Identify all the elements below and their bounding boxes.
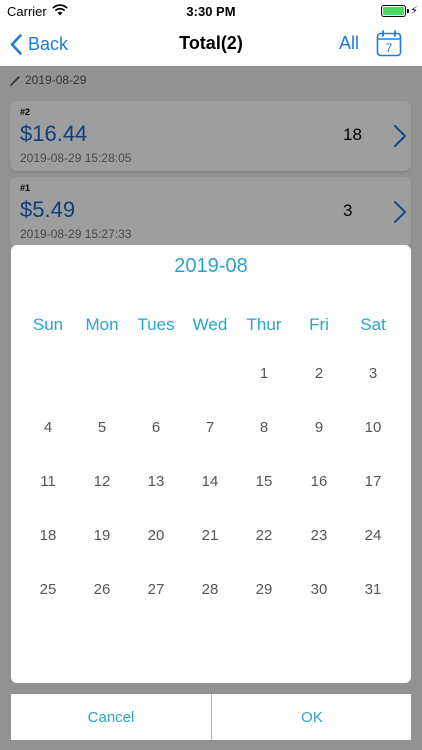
- day-cell[interactable]: 22: [237, 527, 291, 544]
- calendar-icon[interactable]: 7: [376, 30, 402, 57]
- day-cell[interactable]: 1: [237, 365, 291, 382]
- day-cell[interactable]: 26: [75, 581, 129, 598]
- day-cell[interactable]: 19: [75, 527, 129, 544]
- status-bar: Carrier 3:30 PM ⚡: [0, 0, 422, 22]
- weekday-label: Wed: [192, 315, 228, 334]
- day-cell[interactable]: 3: [346, 365, 400, 382]
- day-cell[interactable]: 30: [292, 581, 346, 598]
- day-cell[interactable]: 27: [129, 581, 183, 598]
- day-cell[interactable]: 6: [129, 419, 183, 436]
- weekday-label: Tues: [137, 315, 175, 334]
- day-cell[interactable]: 25: [21, 581, 75, 598]
- day-cell[interactable]: 11: [21, 473, 75, 490]
- day-cell[interactable]: 23: [292, 527, 346, 544]
- picker-month-title: 2019-08: [174, 255, 248, 277]
- bolt-icon: ⚡: [410, 5, 418, 17]
- day-cell[interactable]: 10: [346, 419, 400, 436]
- navigation-bar: Back Total(2) All 7: [0, 22, 422, 66]
- day-cell[interactable]: 4: [21, 419, 75, 436]
- weekday-label: Mon: [85, 315, 119, 334]
- day-cell[interactable]: 2: [292, 365, 346, 382]
- all-button[interactable]: All: [339, 33, 359, 54]
- battery-icon: [381, 5, 406, 17]
- day-cell[interactable]: 18: [21, 527, 75, 544]
- weekday-label: Fri: [309, 315, 329, 334]
- cancel-button[interactable]: Cancel: [11, 694, 211, 740]
- day-cell[interactable]: 14: [183, 473, 237, 490]
- picker-action-bar: Cancel OK: [11, 694, 411, 740]
- day-cell[interactable]: 9: [292, 419, 346, 436]
- day-cell[interactable]: 31: [346, 581, 400, 598]
- day-cell[interactable]: 29: [237, 581, 291, 598]
- date-picker: 2019-08 Sun Mon Tues Wed Thur Fri Sat 12345678…: [11, 245, 411, 683]
- weekday-label: Sun: [32, 315, 64, 334]
- day-cell[interactable]: 17: [346, 473, 400, 490]
- ok-button[interactable]: OK: [212, 694, 412, 740]
- day-cell[interactable]: 13: [129, 473, 183, 490]
- battery-nub: [407, 9, 409, 13]
- day-cell[interactable]: 15: [237, 473, 291, 490]
- day-cell[interactable]: 21: [183, 527, 237, 544]
- calendar-day-label: 7: [386, 41, 393, 55]
- status-time: 3:30 PM: [186, 4, 236, 19]
- day-cell[interactable]: 12: [75, 473, 129, 490]
- day-cell[interactable]: 24: [346, 527, 400, 544]
- weekday-label: Thur: [246, 315, 282, 334]
- weekday-header: Sun Mon Tues Wed Thur Fri Sat: [11, 315, 411, 339]
- day-cell[interactable]: 5: [75, 419, 129, 436]
- day-cell[interactable]: 8: [237, 419, 291, 436]
- weekday-label: Sat: [360, 315, 386, 334]
- day-cell[interactable]: 7: [183, 419, 237, 436]
- day-cell[interactable]: 28: [183, 581, 237, 598]
- day-cell[interactable]: 20: [129, 527, 183, 544]
- day-cell[interactable]: 16: [292, 473, 346, 490]
